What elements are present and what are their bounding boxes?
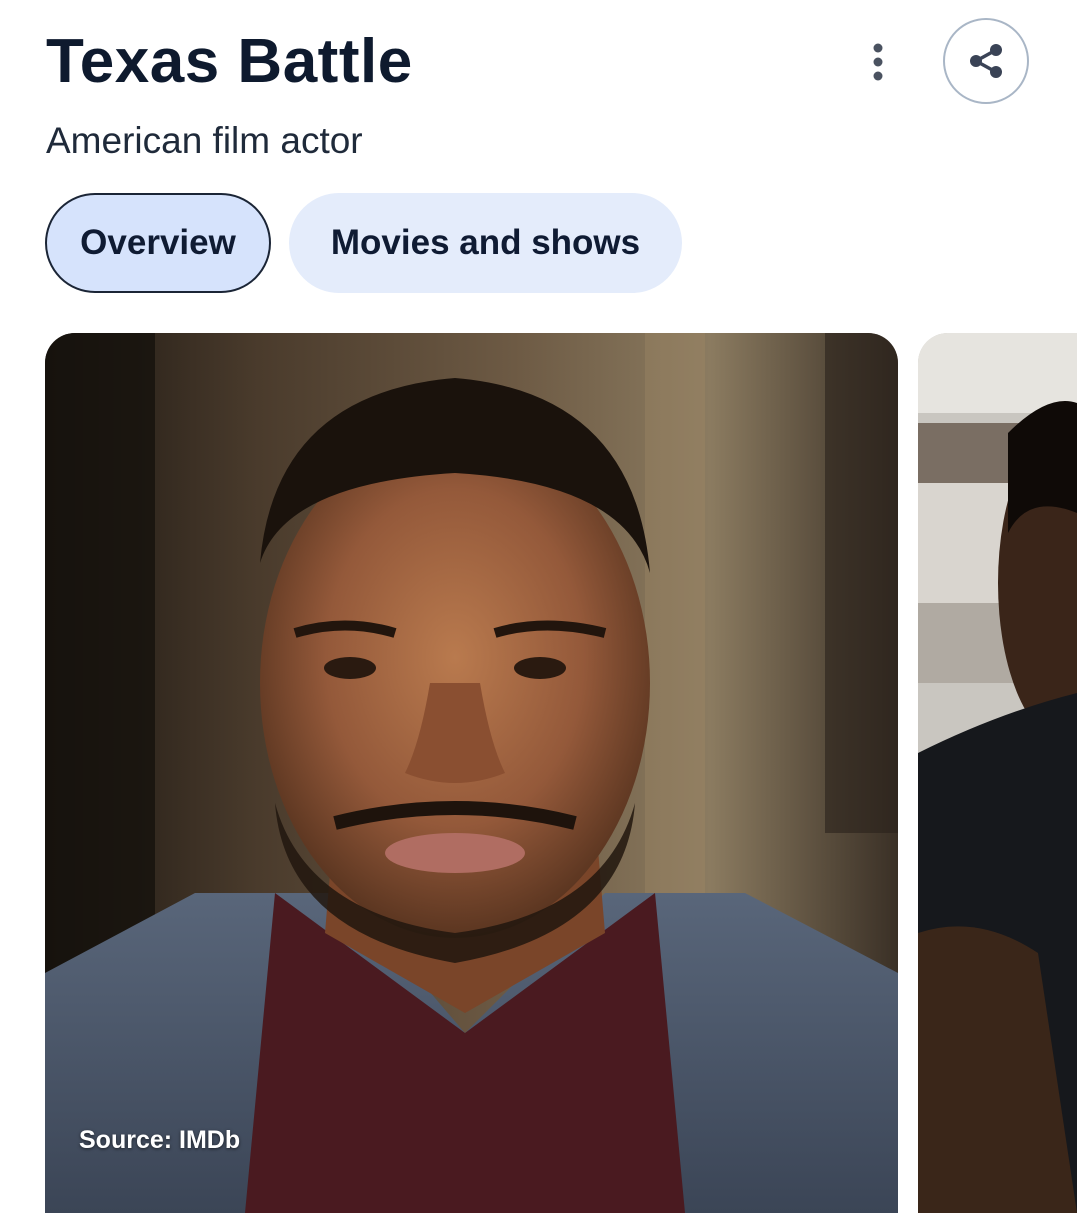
share-button[interactable] <box>943 18 1029 104</box>
entity-description: American film actor <box>46 120 363 161</box>
share-icon <box>970 44 1002 78</box>
tab-overview[interactable]: Overview <box>45 193 271 293</box>
page-title: Texas Battle <box>46 27 413 96</box>
header: Texas Battle <box>46 18 1037 118</box>
tab-bar: Overview Movies and shows <box>45 193 682 293</box>
second-photo-card[interactable] <box>918 333 1077 1213</box>
more-vertical-icon <box>873 43 883 81</box>
actor-photo-2 <box>918 333 1077 1213</box>
actor-photo <box>45 333 898 1213</box>
tab-movies-and-shows[interactable]: Movies and shows <box>289 193 682 293</box>
image-source-label: Source: IMDb <box>79 1126 241 1154</box>
main-photo-card[interactable]: Source: IMDb <box>45 333 898 1213</box>
more-options-button[interactable] <box>856 40 900 84</box>
